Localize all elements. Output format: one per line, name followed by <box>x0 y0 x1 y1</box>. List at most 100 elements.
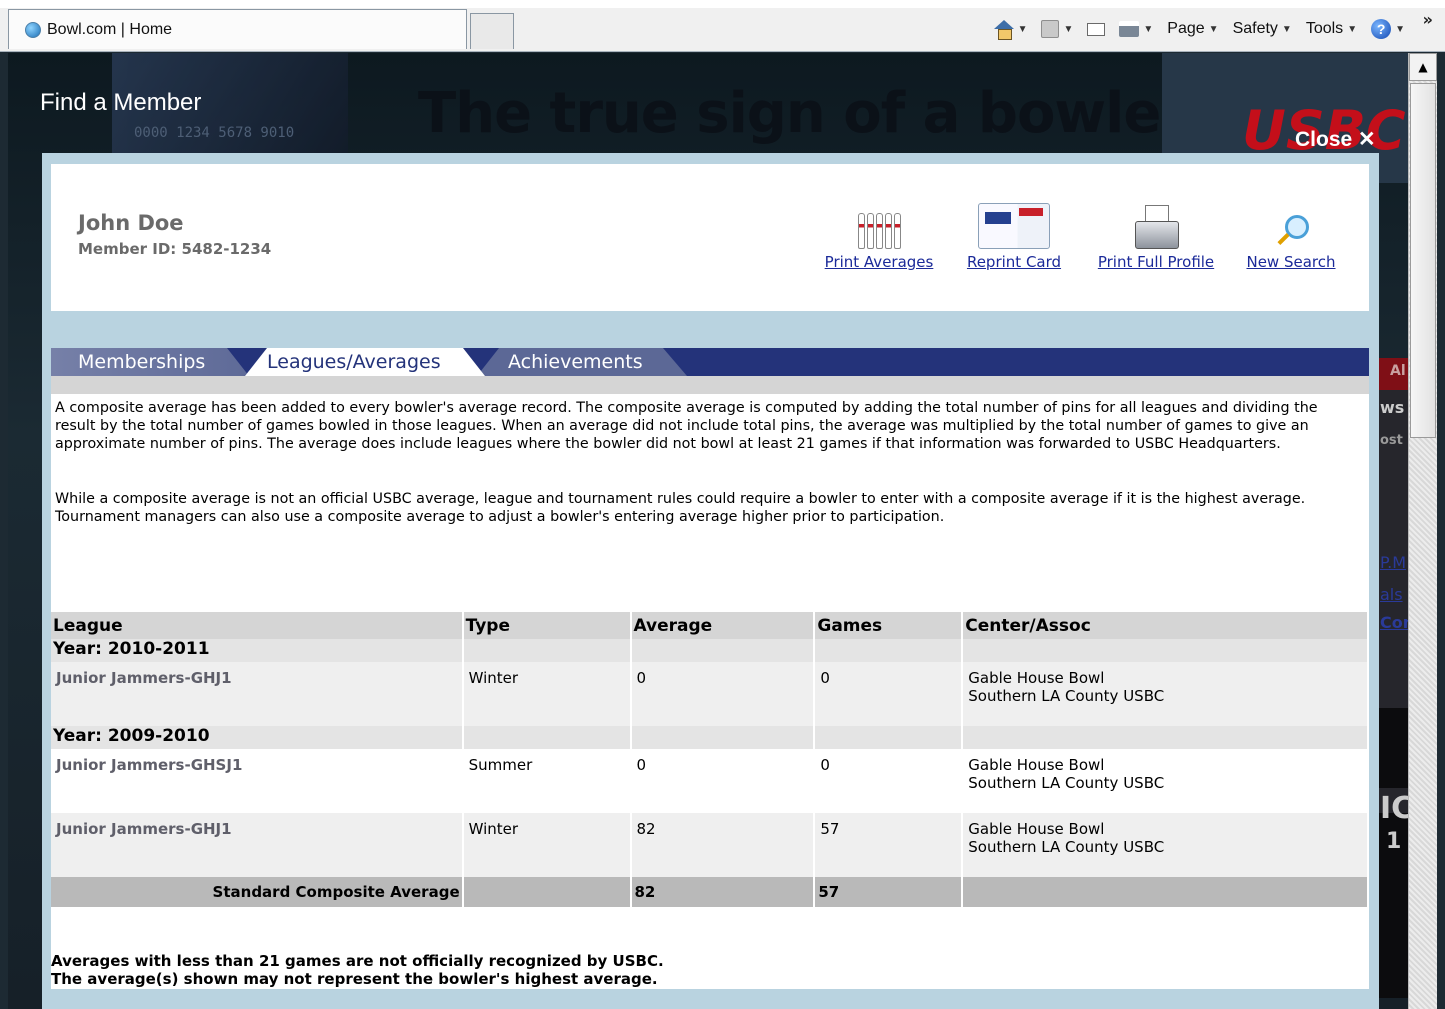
reprint-card-link[interactable]: Reprint Card <box>959 253 1069 271</box>
help-menu[interactable]: ? ▼ <box>1371 19 1405 39</box>
printer-icon <box>1119 21 1140 37</box>
member-id: Member ID: 5482-1234 <box>78 240 272 258</box>
mail-icon <box>1087 22 1106 36</box>
browser-toolbar: Bowl.com | Home ▼ ▼ ▼ Page ▼ Safety ▼ Tool… <box>0 0 1445 52</box>
tab-memberships[interactable]: Memberships <box>51 348 249 376</box>
tab-strip <box>0 0 1445 8</box>
dropdown-arrow-icon: ▼ <box>1281 23 1292 35</box>
safety-menu[interactable]: Safety ▼ <box>1233 20 1292 38</box>
league-games: 0 <box>814 662 964 726</box>
tab-bar: Memberships Achievements Leagues/Average… <box>51 348 1369 376</box>
printer-icon <box>1087 199 1225 249</box>
background-link-fragment: als <box>1380 585 1403 604</box>
member-card-icon <box>959 199 1069 249</box>
composite-description: A composite average has been added to ev… <box>55 400 1318 453</box>
command-bar: ▼ ▼ ▼ Page ▼ Safety ▼ Tools ▼ ? ▼ <box>993 12 1405 46</box>
table-row: Junior Jammers-GHJ1 Winter 82 57 Gable H… <box>51 813 1369 877</box>
scroll-up-arrow-icon[interactable]: ▲ <box>1409 53 1437 81</box>
tab-achievements[interactable]: Achievements <box>477 348 687 376</box>
print-button[interactable]: ▼ <box>1119 21 1153 37</box>
member-name: John Doe <box>78 211 184 235</box>
feed-icon <box>1041 20 1060 38</box>
reprint-card-action[interactable]: Reprint Card <box>959 199 1069 271</box>
browser-tab-active[interactable]: Bowl.com | Home <box>8 9 467 49</box>
table-row: Junior Jammers-GHJ1 Winter 0 0 Gable Hou… <box>51 662 1369 726</box>
magnifier-icon <box>1241 199 1341 249</box>
bowling-pins-icon <box>817 199 941 249</box>
home-icon <box>993 20 1014 40</box>
background-text-fragment: ost <box>1380 433 1403 448</box>
column-header-center: Center/Assoc <box>962 612 1369 639</box>
leagues-table: League Type Average Games Center/Assoc Y… <box>51 612 1369 907</box>
read-mail-button[interactable] <box>1087 22 1106 36</box>
print-averages-action[interactable]: Print Averages <box>817 199 941 271</box>
background-text-fragment: ws <box>1380 398 1405 417</box>
league-type: Summer <box>462 749 632 813</box>
feeds-button[interactable]: ▼ <box>1041 20 1073 38</box>
composite-games: 57 <box>814 877 964 907</box>
league-type: Winter <box>462 813 632 877</box>
footnote-recognition: Averages with less than 21 games are not… <box>51 952 664 970</box>
tab-leagues-averages[interactable]: Leagues/Averages <box>245 348 485 376</box>
league-average: 0 <box>630 749 816 813</box>
dropdown-arrow-icon: ▼ <box>1395 23 1405 35</box>
association-name: Southern LA County USBC <box>968 838 1165 856</box>
tab-content: A composite average has been added to ev… <box>51 376 1369 989</box>
league-average: 0 <box>630 662 816 726</box>
tools-menu-label: Tools <box>1305 20 1344 37</box>
table-header-row: League Type Average Games Center/Assoc <box>51 612 1369 639</box>
league-type: Winter <box>462 662 632 726</box>
background-block <box>1378 708 1408 788</box>
composite-rules-description: While a composite average is not an offi… <box>55 491 1306 526</box>
association-name: Southern LA County USBC <box>968 687 1165 705</box>
composite-label: Standard Composite Average <box>51 877 464 907</box>
background-text-fragment: 1 <box>1386 829 1402 854</box>
browser-tab-title: Bowl.com | Home <box>47 20 173 38</box>
find-member-modal: John Doe Member ID: 5482-1234 Print Aver… <box>42 153 1379 1009</box>
league-games: 57 <box>814 813 964 877</box>
background-text-fragment: Al <box>1390 363 1406 379</box>
print-averages-link[interactable]: Print Averages <box>817 253 941 271</box>
association-name: Southern LA County USBC <box>968 774 1165 792</box>
print-full-profile-link[interactable]: Print Full Profile <box>1087 253 1225 271</box>
new-search-link[interactable]: New Search <box>1241 253 1341 271</box>
dropdown-arrow-icon: ▼ <box>1063 23 1074 35</box>
toolbar-overflow-chevron[interactable]: » <box>1423 10 1433 29</box>
column-header-league: League <box>51 612 464 639</box>
member-profile-header: John Doe Member ID: 5482-1234 Print Aver… <box>51 164 1369 311</box>
column-header-type: Type <box>462 612 632 639</box>
background-link-fragment: P.M <box>1380 553 1407 572</box>
league-center-assoc: Gable House Bowl Southern LA County USBC <box>962 662 1369 726</box>
page-menu[interactable]: Page ▼ <box>1167 20 1218 38</box>
dropdown-arrow-icon: ▼ <box>1208 23 1219 35</box>
center-name: Gable House Bowl <box>968 669 1105 687</box>
background-text-fragment: IC <box>1380 791 1408 826</box>
table-row: Junior Jammers-GHSJ1 Summer 0 0 Gable Ho… <box>51 749 1369 813</box>
league-name: Junior Jammers-GHSJ1 <box>51 749 464 813</box>
favicon-icon <box>25 21 41 38</box>
league-center-assoc: Gable House Bowl Southern LA County USBC <box>962 813 1369 877</box>
center-name: Gable House Bowl <box>968 820 1105 838</box>
year-label: Year: 2010-2011 <box>51 639 464 662</box>
dropdown-arrow-icon: ▼ <box>1143 23 1154 35</box>
year-label: Year: 2009-2010 <box>51 726 464 749</box>
new-search-action[interactable]: New Search <box>1241 199 1341 271</box>
league-name: Junior Jammers-GHJ1 <box>51 662 464 726</box>
tools-menu[interactable]: Tools ▼ <box>1306 20 1357 38</box>
league-average: 82 <box>630 813 816 877</box>
league-center-assoc: Gable House Bowl Southern LA County USBC <box>962 749 1369 813</box>
close-button[interactable]: Close ✕ <box>1295 127 1376 152</box>
new-tab-button[interactable] <box>470 13 514 49</box>
vertical-scrollbar[interactable]: ▲ <box>1408 53 1437 1009</box>
footnotes: Averages with less than 21 games are not… <box>51 952 664 988</box>
content-top-strip <box>51 376 1369 394</box>
home-button[interactable]: ▼ <box>993 20 1027 40</box>
league-games: 0 <box>814 749 964 813</box>
center-name: Gable House Bowl <box>968 756 1105 774</box>
league-name: Junior Jammers-GHJ1 <box>51 813 464 877</box>
help-icon: ? <box>1371 19 1392 39</box>
scrollbar-thumb[interactable] <box>1410 83 1436 438</box>
year-group-row: Year: 2010-2011 <box>51 639 1369 662</box>
print-full-profile-action[interactable]: Print Full Profile <box>1087 199 1225 271</box>
background-sidebar <box>1378 358 1408 998</box>
